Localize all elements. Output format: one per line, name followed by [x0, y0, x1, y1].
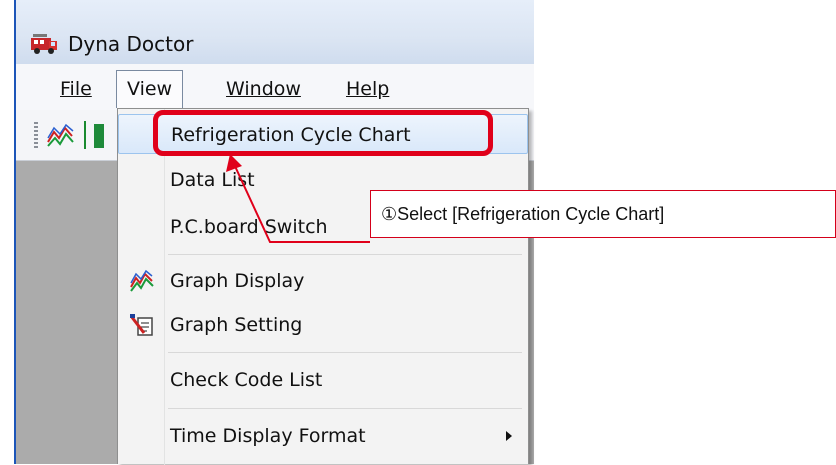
- menu-item-label: Check Code List: [170, 369, 323, 391]
- menu-item-time-display-format[interactable]: Time Display Format: [118, 416, 528, 456]
- menu-item-label: Time Display Format: [170, 425, 366, 447]
- menu-item-graph-display[interactable]: Graph Display: [118, 261, 528, 301]
- menu-window[interactable]: Window: [226, 76, 301, 102]
- graph-icon: [130, 269, 154, 292]
- menu-help[interactable]: Help: [346, 76, 389, 102]
- window-title: Dyna Doctor: [68, 32, 194, 56]
- annotation-callout: ①Select [Refrigeration Cycle Chart]: [370, 190, 836, 238]
- title-bar[interactable]: Dyna Doctor: [16, 0, 534, 64]
- callout-text: ①Select [Refrigeration Cycle Chart]: [381, 204, 665, 224]
- toolbar-grip[interactable]: [34, 122, 38, 148]
- menu-separator: [168, 352, 522, 353]
- menu-item-label: Graph Setting: [170, 314, 303, 336]
- submenu-arrow-icon: [506, 431, 512, 441]
- view-menu-dropdown: Refrigeration Cycle Chart Data List P.C.…: [117, 108, 529, 465]
- fire-truck-icon: [31, 34, 57, 54]
- menu-bar: File View Window Help: [16, 64, 534, 111]
- menu-view-label: View: [127, 78, 173, 100]
- graph-icon[interactable]: [46, 122, 76, 148]
- menu-item-label: Graph Display: [170, 270, 305, 292]
- menu-item-label: P.C.board Switch: [170, 216, 328, 238]
- menu-window-label: Window: [226, 78, 301, 100]
- menu-file-label: File: [60, 78, 92, 100]
- menu-file[interactable]: File: [60, 76, 92, 102]
- menu-item-label: Data List: [170, 169, 255, 191]
- menu-view[interactable]: View: [116, 70, 184, 108]
- menu-help-label: Help: [346, 78, 390, 100]
- menu-separator: [168, 408, 522, 409]
- menu-item-check-code-list[interactable]: Check Code List: [118, 360, 528, 400]
- green-indicator-icon[interactable]: [94, 124, 104, 148]
- annotation-highlight-box: [153, 110, 493, 156]
- menu-separator: [168, 254, 522, 255]
- graph-setting-icon: [130, 314, 153, 336]
- toolbar-separator: [84, 121, 86, 149]
- menu-item-graph-setting[interactable]: Graph Setting: [118, 305, 528, 345]
